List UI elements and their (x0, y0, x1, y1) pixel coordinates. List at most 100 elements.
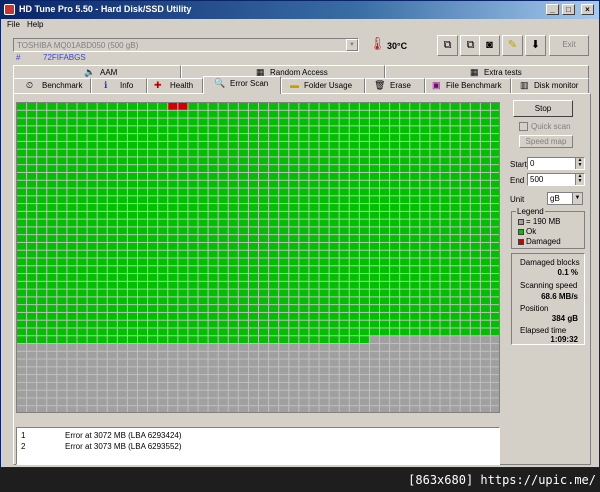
pending-block (77, 398, 87, 406)
ok-block (67, 165, 77, 172)
ok-block (228, 250, 238, 258)
speed-map-button[interactable]: Speed map (519, 135, 573, 148)
ok-block (198, 141, 208, 149)
pending-block (77, 382, 87, 390)
pending-block (450, 398, 460, 406)
save-button[interactable]: ⬇ (525, 35, 546, 56)
ok-block (188, 118, 198, 126)
ok-block (390, 141, 400, 149)
copy-all-button[interactable]: ⧉ (460, 35, 481, 56)
drive-select[interactable]: TOSHIBA MQ01ABD050 (500 gB) ▼ (13, 38, 359, 52)
tab-aam[interactable]: 🔈 AAM (13, 65, 181, 78)
drive-select-value: TOSHIBA MQ01ABD050 (500 gB) (17, 41, 139, 50)
tab-info[interactable]: ℹ Info (91, 78, 147, 93)
close-button[interactable]: × (581, 4, 594, 15)
ok-block (47, 274, 57, 281)
ok-block (218, 141, 228, 149)
ok-block (168, 336, 178, 344)
tab-benchmark[interactable]: ⏲ Benchmark (13, 78, 91, 93)
pending-block (17, 406, 27, 412)
ok-block (329, 204, 339, 211)
ok-block (319, 227, 329, 235)
error-log-list[interactable]: 1 Error at 3072 MB (LBA 6293424) 2 Error… (16, 427, 500, 465)
pending-block (430, 406, 440, 412)
tab-extra-tests[interactable]: ▦ Extra tests (385, 65, 589, 78)
ok-block (188, 305, 198, 312)
tab-folder-usage[interactable]: ▬ Folder Usage (281, 78, 365, 93)
tab-disk-monitor[interactable]: ▥ Disk monitor (511, 78, 589, 93)
chevron-down-icon[interactable]: ▼ (572, 193, 582, 204)
pending-block (269, 344, 279, 351)
minimize-button[interactable]: _ (546, 4, 559, 15)
unit-select[interactable]: gB ▼ (547, 192, 583, 205)
pending-block (188, 367, 198, 375)
screenshot-button[interactable]: ◙ (479, 35, 500, 56)
stop-button[interactable]: Stop (513, 100, 573, 117)
legend-swatch-red (518, 238, 524, 245)
end-input[interactable]: 500 ▲ ▼ (527, 173, 585, 186)
scanning-speed-value: 68.6 MB/s (541, 292, 578, 301)
pending-block (47, 359, 57, 367)
ok-block (87, 118, 97, 126)
ok-block (127, 180, 137, 188)
ok-block (440, 149, 450, 157)
menu-file[interactable]: File (7, 20, 20, 29)
ok-block (349, 196, 359, 204)
title-bar[interactable]: HD Tune Pro 5.50 - Hard Disk/SSD Utility… (1, 1, 599, 19)
options-button[interactable]: ✎ (502, 35, 523, 56)
pending-block (228, 398, 238, 406)
ok-block (138, 274, 148, 281)
ok-block (470, 134, 480, 141)
pending-block (248, 351, 258, 359)
pending-block (127, 367, 137, 375)
ok-block (440, 110, 450, 118)
ok-block (309, 305, 319, 312)
ok-block (127, 172, 137, 180)
ok-block (27, 312, 37, 320)
ok-block (369, 227, 379, 235)
ok-block (47, 227, 57, 235)
ok-block (460, 258, 470, 266)
tab-erase[interactable]: 🗑 Erase (365, 78, 425, 93)
ok-block (299, 204, 309, 211)
ok-block (188, 126, 198, 134)
chevron-down-icon[interactable]: ▼ (346, 39, 358, 51)
spin-arrows-icon[interactable]: ▲ ▼ (575, 158, 584, 169)
ok-block (490, 157, 499, 165)
ok-block (67, 149, 77, 157)
ok-block (148, 305, 158, 312)
ok-block (339, 235, 349, 242)
pending-block (117, 390, 127, 398)
maximize-button[interactable]: □ (562, 4, 575, 15)
pending-block (269, 367, 279, 375)
ok-block (259, 141, 269, 149)
pending-block (460, 375, 470, 382)
ok-block (490, 274, 499, 281)
ok-block (208, 103, 218, 110)
pending-block (218, 375, 228, 382)
ok-block (228, 312, 238, 320)
ok-block (390, 149, 400, 157)
ok-block (289, 297, 299, 305)
tab-error-scan[interactable]: 🔍 Error Scan (203, 76, 281, 94)
ok-block (299, 126, 309, 134)
tab-file-benchmark[interactable]: ▣ File Benchmark (425, 78, 511, 93)
ok-block (490, 126, 499, 134)
start-input[interactable]: 0 ▲ ▼ (527, 157, 585, 170)
ok-block (440, 266, 450, 274)
exit-button[interactable]: Exit (549, 35, 589, 56)
menu-help[interactable]: Help (27, 20, 43, 29)
spin-arrows-icon[interactable]: ▲ ▼ (575, 174, 584, 185)
copy-info-button[interactable]: ⧉ (437, 35, 458, 56)
quick-scan-checkbox[interactable]: Quick scan (519, 122, 571, 132)
tab-health[interactable]: ✚ Health (147, 78, 203, 93)
ok-block (410, 281, 420, 289)
ok-block (198, 297, 208, 305)
ok-block (148, 103, 158, 110)
ok-block (400, 149, 410, 157)
ok-block (359, 211, 369, 219)
ok-block (97, 157, 107, 165)
ok-block (57, 180, 67, 188)
ok-block (178, 126, 188, 134)
ok-block (168, 110, 178, 118)
